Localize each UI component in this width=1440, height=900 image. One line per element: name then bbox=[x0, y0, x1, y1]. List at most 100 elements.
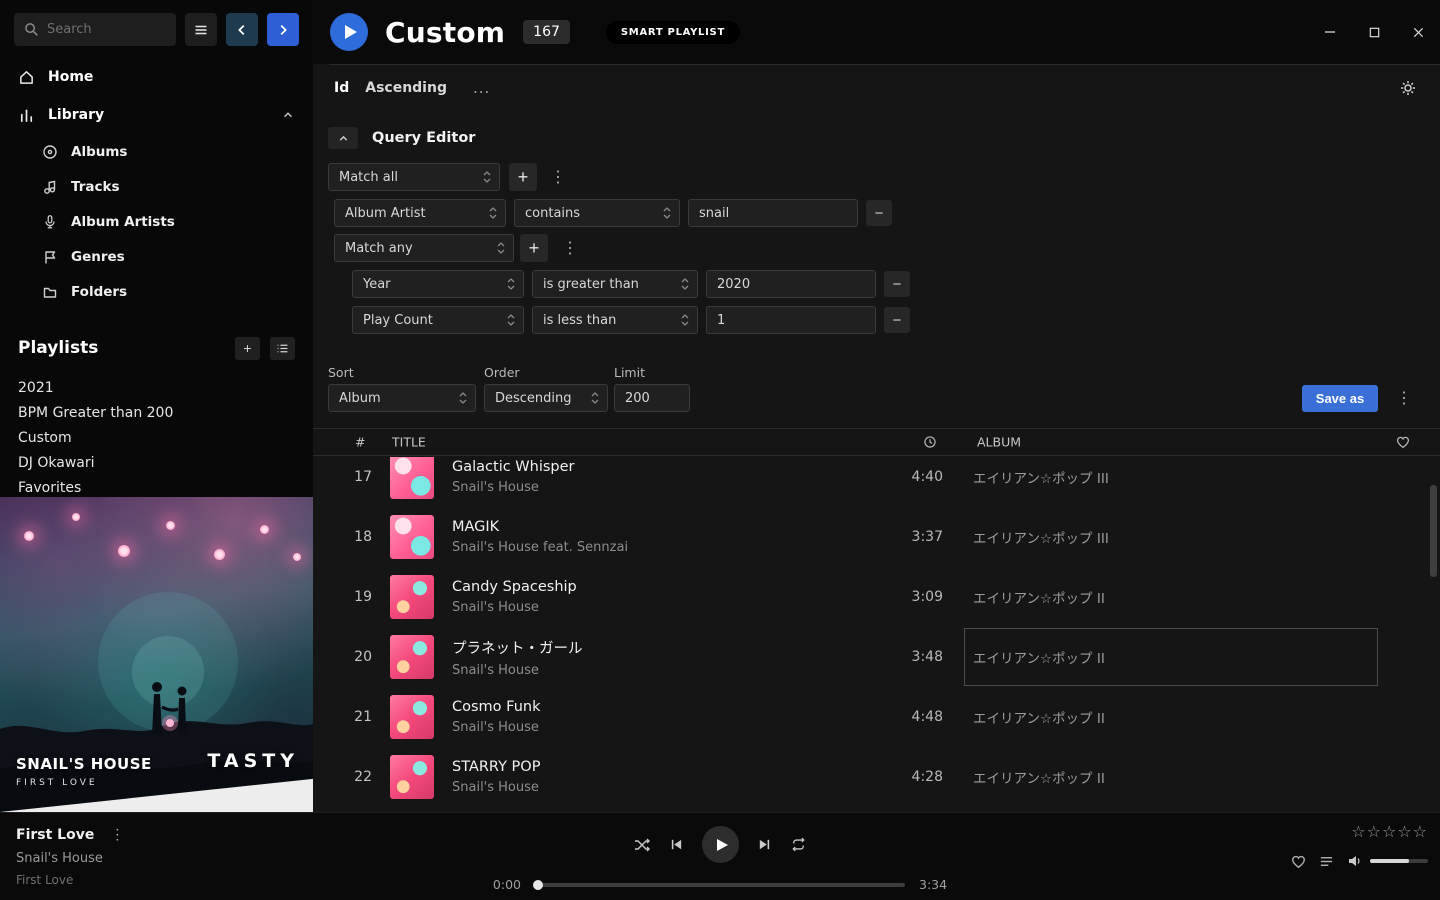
heart-icon[interactable] bbox=[1291, 854, 1306, 869]
next-button[interactable] bbox=[757, 837, 772, 852]
maximize-button[interactable] bbox=[1352, 0, 1396, 64]
player-bar: First Love ⋮ Snail's House First Love 0:… bbox=[0, 812, 1440, 900]
shuffle-button[interactable] bbox=[633, 836, 651, 854]
remove-rule-button[interactable]: − bbox=[884, 307, 910, 333]
sidebar-toolbar bbox=[0, 0, 313, 46]
playlist-item[interactable]: Custom bbox=[0, 425, 313, 450]
playlist-play-button[interactable] bbox=[330, 13, 368, 51]
rule-operator-select[interactable]: is greater than bbox=[532, 270, 698, 298]
track-info: プラネット・ガール Snail's House bbox=[452, 637, 873, 678]
home-icon bbox=[18, 69, 35, 86]
close-button[interactable] bbox=[1396, 0, 1440, 64]
sidebar-item-genres[interactable]: Genres bbox=[0, 239, 313, 274]
group-menu-button[interactable]: ⋮ bbox=[558, 238, 582, 258]
table-row[interactable]: 19 Candy Spaceship Snail's House 3:09 エイ… bbox=[313, 567, 1440, 627]
collapse-query-editor-button[interactable] bbox=[328, 127, 358, 149]
chevron-up-icon[interactable] bbox=[281, 108, 295, 122]
now-playing-artwork[interactable]: SNAIL'S HOUSE FIRST LOVE TASTY bbox=[0, 497, 313, 812]
order-select[interactable]: Descending bbox=[484, 384, 608, 412]
playlist-item[interactable]: DJ Okawari bbox=[0, 450, 313, 475]
column-album[interactable]: ALBUM bbox=[977, 435, 1021, 450]
tracks-label: Tracks bbox=[71, 179, 120, 195]
track-number: 20 bbox=[313, 649, 372, 665]
add-rule-button[interactable]: + bbox=[520, 234, 548, 262]
sidebar-item-folders[interactable]: Folders bbox=[0, 274, 313, 309]
table-row[interactable]: 21 Cosmo Funk Snail's House 4:48 エイリアン☆ポ… bbox=[313, 687, 1440, 747]
rule-operator-value: contains bbox=[525, 206, 663, 221]
table-row[interactable]: 17 Galactic Whisper Snail's House 4:40 エ… bbox=[313, 457, 1440, 507]
track-artist: Snail's House bbox=[452, 600, 873, 615]
sort-field-button[interactable]: Id bbox=[334, 80, 349, 96]
star-icon[interactable]: ☆ bbox=[1351, 822, 1365, 841]
rule-value-input[interactable] bbox=[706, 270, 876, 298]
album-cell[interactable]: エイリアン☆ポップ III bbox=[964, 457, 1378, 506]
rule-operator-select[interactable]: contains bbox=[514, 199, 680, 227]
playlist-view-button[interactable] bbox=[270, 337, 295, 360]
rule-operator-select[interactable]: is less than bbox=[532, 306, 698, 334]
queue-icon[interactable] bbox=[1319, 854, 1334, 869]
star-icon[interactable]: ☆ bbox=[1413, 822, 1427, 841]
rule-value-input[interactable] bbox=[706, 306, 876, 334]
query-group-2: Match any + ⋮ bbox=[334, 234, 582, 262]
play-pause-button[interactable] bbox=[702, 826, 739, 863]
sidebar-item-album-artists[interactable]: Album Artists bbox=[0, 204, 313, 239]
playlist-item[interactable]: BPM Greater than 200 bbox=[0, 400, 313, 425]
settings-button[interactable] bbox=[1400, 80, 1416, 96]
rule-field-select[interactable]: Album Artist bbox=[334, 199, 506, 227]
forward-button[interactable] bbox=[267, 13, 299, 46]
add-rule-button[interactable]: + bbox=[509, 163, 537, 191]
sidebar-item-albums[interactable]: Albums bbox=[0, 134, 313, 169]
album-cell[interactable]: エイリアン☆ポップ II bbox=[964, 748, 1378, 806]
album-cell[interactable]: エイリアン☆ポップ III bbox=[964, 508, 1378, 566]
sidebar-item-tracks[interactable]: Tracks bbox=[0, 169, 313, 204]
star-icon[interactable]: ☆ bbox=[1397, 822, 1411, 841]
sidebar-item-home[interactable]: Home bbox=[0, 58, 313, 96]
now-playing-menu-button[interactable]: ⋮ bbox=[106, 826, 128, 843]
minimize-button[interactable] bbox=[1308, 0, 1352, 64]
save-as-button[interactable]: Save as bbox=[1302, 385, 1378, 412]
album-cell[interactable]: エイリアン☆ポップ II bbox=[964, 568, 1378, 626]
seek-bar[interactable] bbox=[535, 883, 905, 887]
column-number[interactable]: # bbox=[355, 435, 365, 450]
album-cell[interactable]: エイリアン☆ポップ II bbox=[964, 688, 1378, 746]
playlist-options-button[interactable]: ⋮ bbox=[1392, 388, 1416, 408]
back-button[interactable] bbox=[226, 13, 258, 46]
match-mode-select[interactable]: Match all bbox=[328, 163, 500, 191]
search-box[interactable] bbox=[14, 13, 176, 46]
limit-input[interactable] bbox=[614, 384, 690, 412]
star-icon[interactable]: ☆ bbox=[1367, 822, 1381, 841]
track-artist: Snail's House bbox=[452, 720, 873, 735]
previous-button[interactable] bbox=[669, 837, 684, 852]
rule-value-input[interactable] bbox=[688, 199, 858, 227]
scrollbar-thumb[interactable] bbox=[1430, 485, 1437, 577]
sidebar-item-library[interactable]: Library bbox=[0, 96, 313, 134]
updown-icon bbox=[681, 277, 689, 291]
favorite-column-heart-icon[interactable] bbox=[1396, 435, 1410, 449]
table-row[interactable]: 20 プラネット・ガール Snail's House 3:48 エイリアン☆ポッ… bbox=[313, 627, 1440, 687]
group-menu-button[interactable]: ⋮ bbox=[546, 167, 570, 187]
match-mode-select[interactable]: Match any bbox=[334, 234, 514, 262]
menu-button[interactable] bbox=[185, 13, 217, 46]
table-row[interactable]: 22 STARRY POP Snail's House 4:28 エイリアン☆ポ… bbox=[313, 747, 1440, 807]
album-cell[interactable]: エイリアン☆ポップ II bbox=[964, 628, 1378, 686]
player-right-controls bbox=[1291, 853, 1428, 869]
repeat-button[interactable] bbox=[790, 836, 807, 853]
remove-rule-button[interactable]: − bbox=[866, 200, 892, 226]
search-input[interactable] bbox=[47, 22, 166, 37]
table-row[interactable]: 18 MAGIK Snail's House feat. Sennzai 3:3… bbox=[313, 507, 1440, 567]
add-playlist-button[interactable]: + bbox=[235, 337, 260, 360]
rule-field-select[interactable]: Play Count bbox=[352, 306, 524, 334]
remove-rule-button[interactable]: − bbox=[884, 271, 910, 297]
volume-icon[interactable] bbox=[1347, 853, 1363, 869]
duration-column-clock-icon[interactable] bbox=[923, 435, 937, 449]
sort-direction-button[interactable]: Ascending bbox=[365, 80, 447, 96]
column-title[interactable]: TITLE bbox=[392, 435, 426, 450]
toolbar-more-button[interactable]: ... bbox=[473, 79, 490, 97]
volume-slider[interactable] bbox=[1370, 859, 1428, 863]
playlist-item[interactable]: 2021 bbox=[0, 375, 313, 400]
seek-handle[interactable] bbox=[533, 880, 543, 890]
rule-field-select[interactable]: Year bbox=[352, 270, 524, 298]
rating-stars[interactable]: ☆☆☆☆☆ bbox=[1351, 822, 1427, 841]
sort-select[interactable]: Album bbox=[328, 384, 476, 412]
star-icon[interactable]: ☆ bbox=[1382, 822, 1396, 841]
